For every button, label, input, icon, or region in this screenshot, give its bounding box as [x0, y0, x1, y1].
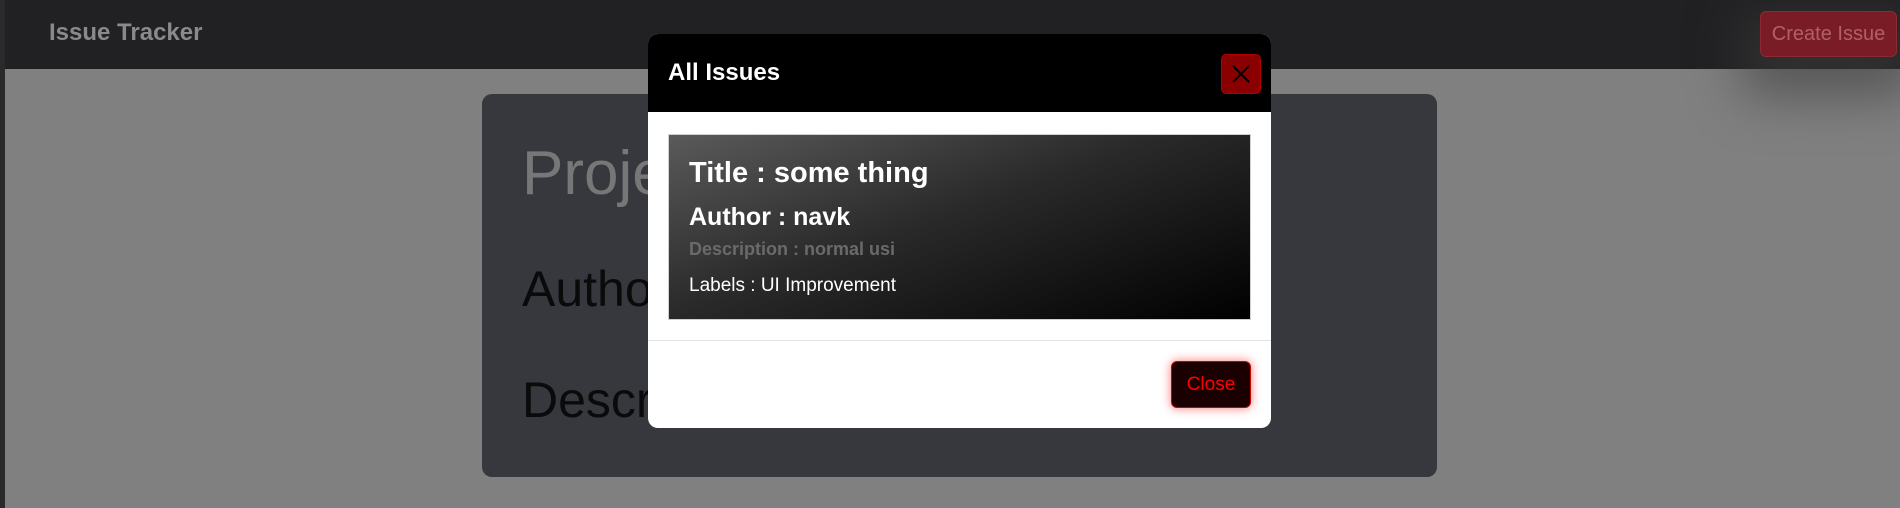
project-description: Descri [522, 372, 664, 428]
issue-description: Description : normal usi [689, 239, 896, 259]
close-button[interactable]: Close [1171, 361, 1251, 408]
page-left-edge [0, 0, 5, 508]
navbar-brand[interactable]: Issue Tracker [49, 19, 202, 47]
modal-footer-divider [648, 340, 1271, 341]
issue-title: Title : some thing [689, 157, 929, 189]
project-title: Proje [522, 139, 667, 208]
close-icon [1232, 65, 1250, 83]
modal-title: All Issues [668, 59, 781, 86]
issue-card[interactable]: Title : some thing Author : navk Descrip… [668, 134, 1251, 320]
modal-close-x-button[interactable] [1221, 54, 1261, 94]
all-issues-modal: All Issues Title : some thing Author : n… [648, 34, 1271, 428]
project-author: Autho [522, 261, 653, 317]
modal-header: All Issues [648, 34, 1271, 112]
create-issue-button[interactable]: Create Issue [1760, 11, 1897, 57]
issue-labels: Labels : UI Improvement [689, 275, 896, 296]
issue-author: Author : navk [689, 203, 851, 231]
